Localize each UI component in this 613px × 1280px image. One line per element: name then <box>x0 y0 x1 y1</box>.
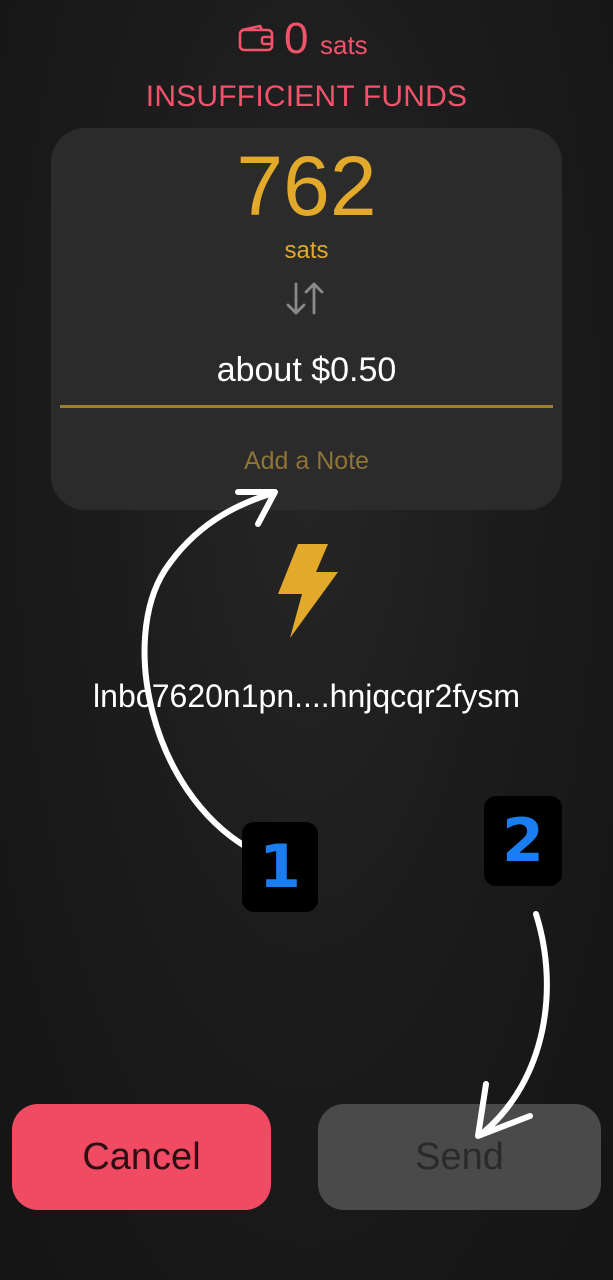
arrow-1 <box>141 491 273 851</box>
fiat-equivalent: about $0.50 <box>216 351 397 389</box>
step-2-badge: 2 <box>484 796 562 886</box>
amount-unit: sats <box>284 237 329 264</box>
amount-underline <box>60 405 553 408</box>
balance-unit: sats <box>320 30 368 60</box>
invoice-text: lnbc7620n1pn....hnjqcqr2fysm <box>93 678 520 714</box>
amount-value[interactable]: 762 <box>0 140 613 232</box>
send-button[interactable]: Send <box>318 1104 601 1210</box>
lightning-bolt-icon <box>278 544 338 638</box>
swap-vertical-icon[interactable] <box>282 280 328 318</box>
wallet-icon <box>238 24 274 52</box>
balance-amount: 0 <box>284 14 309 63</box>
cancel-button[interactable]: Cancel <box>12 1104 271 1210</box>
step-1-badge: 1 <box>242 822 318 912</box>
arrow-2 <box>481 911 550 1135</box>
insufficient-funds-warning: INSUFFICIENT FUNDS <box>145 80 468 113</box>
add-note-input[interactable]: Add a Note <box>0 446 613 476</box>
